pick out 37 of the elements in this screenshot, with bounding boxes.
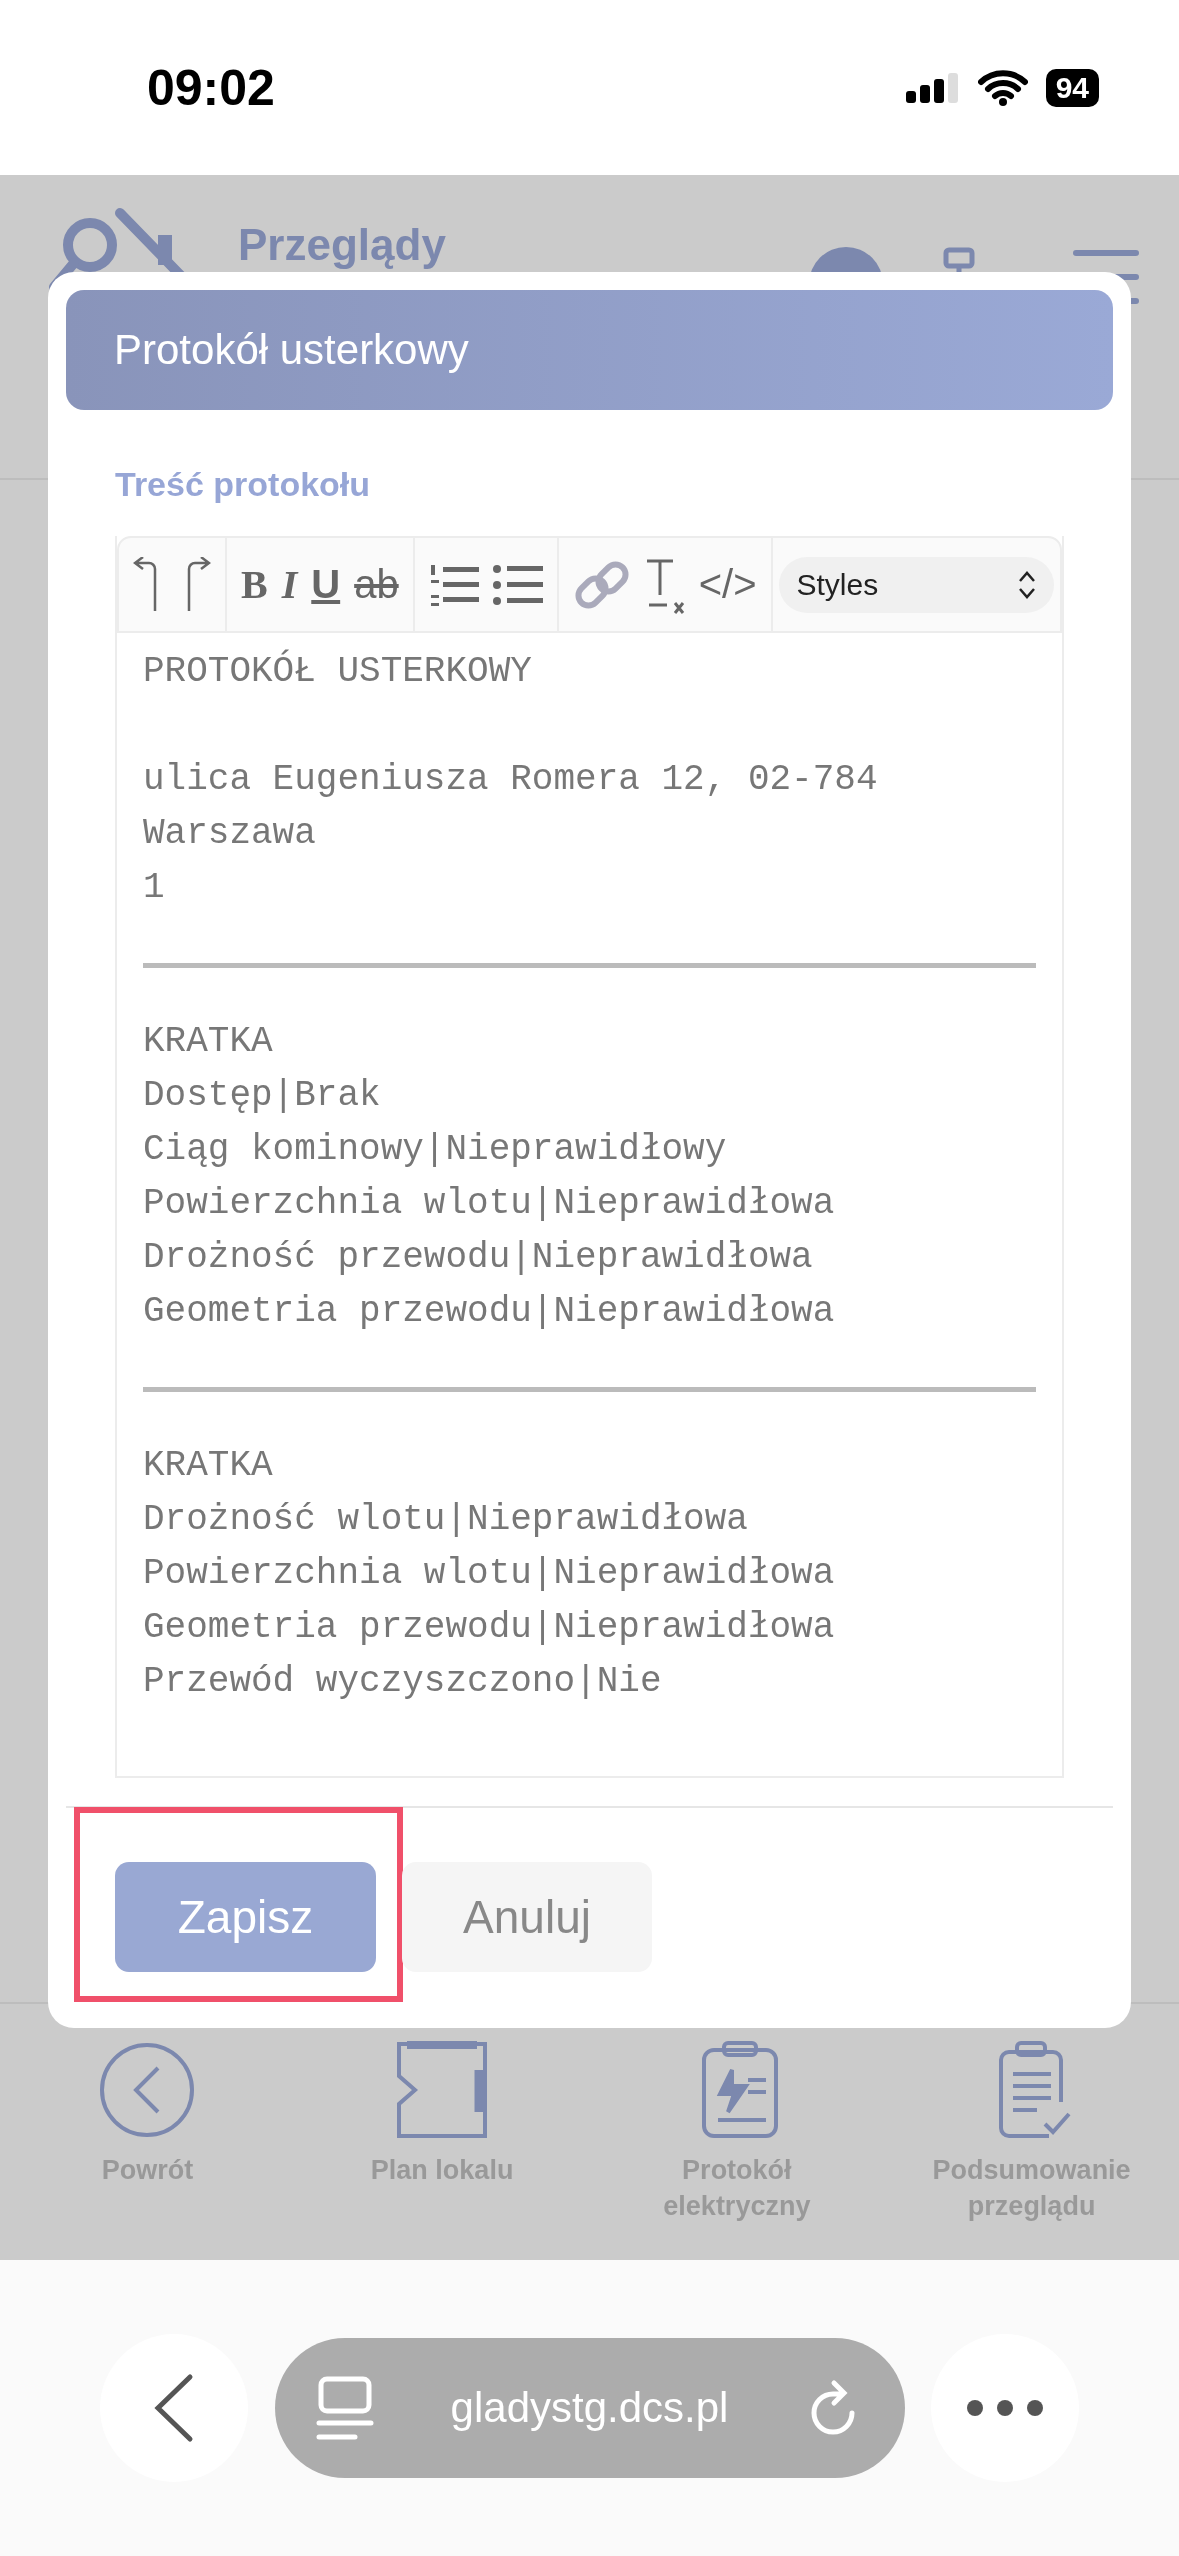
wifi-icon bbox=[977, 69, 1028, 106]
text-line: Ciąg kominowy|Nieprawidłowy bbox=[143, 1128, 728, 1172]
chevron-updown-icon bbox=[1018, 569, 1036, 600]
more-icon bbox=[965, 2398, 1045, 2418]
text-line: Geometria przewodu|Nieprawidłowa bbox=[143, 1606, 836, 1650]
bold-button[interactable]: B bbox=[241, 561, 268, 608]
bullet-list-icon[interactable] bbox=[492, 562, 543, 607]
status-time: 09:02 bbox=[147, 58, 275, 117]
styles-select[interactable]: Styles bbox=[778, 556, 1054, 613]
text-line: KRATKA bbox=[143, 1444, 274, 1488]
field-label: Treść protokołu bbox=[115, 464, 372, 505]
code-button[interactable]: </> bbox=[698, 562, 757, 607]
url-text: gladystg.dcs.pl bbox=[450, 2384, 729, 2432]
text-line: ulica Eugeniusza Romera 12, 02-784 Warszawa bbox=[143, 758, 879, 856]
text-line: Drożność przewodu|Nieprawidłowa bbox=[143, 1236, 814, 1280]
text-line: Geometria przewodu|Nieprawidłowa bbox=[143, 1290, 836, 1334]
signal-icon bbox=[905, 70, 960, 105]
strike-button[interactable]: ab bbox=[354, 562, 399, 607]
text-line: Powierzchnia wlotu|Nieprawidłowa bbox=[143, 1552, 836, 1596]
text-line: Przewód wyczyszczono|Nie bbox=[143, 1660, 663, 1704]
text-line: Powierzchnia wlotu|Nieprawidłowa bbox=[143, 1182, 836, 1226]
cancel-button[interactable]: Anuluj bbox=[402, 1862, 652, 1972]
rich-text-editor[interactable] bbox=[115, 536, 1064, 1778]
text-line: KRATKA bbox=[143, 1020, 274, 1064]
battery-level: 94 bbox=[1045, 68, 1099, 107]
back-chevron-icon bbox=[154, 2373, 194, 2443]
text-line: 1 bbox=[143, 866, 166, 910]
dialog-title: Protokół usterkowy bbox=[66, 290, 1113, 410]
text-line: PROTOKÓŁ USTERKOWY bbox=[143, 648, 533, 694]
address-bar[interactable]: gladystg.dcs.pl bbox=[274, 2338, 905, 2478]
underline-button[interactable]: U bbox=[311, 562, 341, 607]
text-line: Drożność wlotu|Nieprawidłowa bbox=[143, 1498, 749, 1542]
brand-title: Przeglądy bbox=[238, 223, 446, 267]
text-line: Dostęp|Brak bbox=[143, 1074, 382, 1118]
italic-button[interactable]: I bbox=[281, 561, 298, 608]
save-button[interactable]: Zapisz bbox=[115, 1862, 376, 1972]
numbered-list-icon[interactable] bbox=[428, 562, 479, 607]
